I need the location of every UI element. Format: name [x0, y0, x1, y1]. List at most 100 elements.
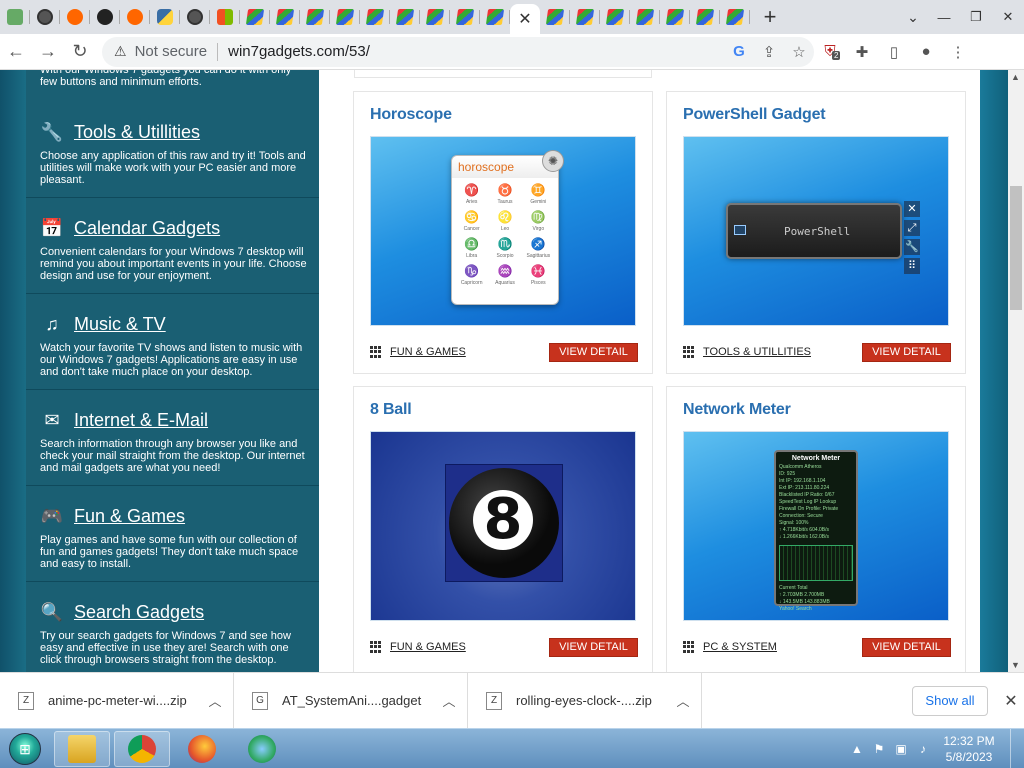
page-scrollbar[interactable]: ▲ ▼ [1008, 70, 1024, 672]
magnifier-icon: 🔍 [40, 601, 64, 622]
tab-25[interactable] [720, 0, 750, 34]
tab-22[interactable] [630, 0, 660, 34]
tab-7[interactable] [180, 0, 210, 34]
sidebar-item-calendar[interactable]: 📅 Calendar Gadgets Convenient calendars … [26, 206, 319, 294]
gadget-title[interactable]: 8 Ball [370, 401, 412, 419]
side-panel-icon[interactable]: ▯ [878, 43, 910, 61]
tab-9[interactable] [240, 0, 270, 34]
close-download-bar-icon[interactable]: ✕ [998, 691, 1024, 711]
menu-kebab-icon[interactable]: ⋮ [942, 43, 974, 61]
google-icon[interactable]: G [724, 43, 754, 60]
download-filename[interactable]: anime-pc-meter-wi....zip [48, 693, 197, 708]
tab-4[interactable] [90, 0, 120, 34]
gadget-screenshot[interactable]: PowerShell ✕ ⤢ 🔧 ⠿ [683, 136, 949, 326]
address-bar[interactable]: ⚠ Not secure win7gadgets.com/53/ G ⇪ ☆ [102, 36, 814, 67]
extensions-puzzle-icon[interactable]: ✚ [846, 43, 878, 61]
tab-23[interactable] [660, 0, 690, 34]
warning-icon[interactable]: ⚠ [114, 43, 127, 60]
sidebar-item-title[interactable]: Internet & E-Mail [74, 410, 208, 431]
url-text[interactable]: win7gadgets.com/53/ [228, 43, 724, 60]
scroll-up-arrow-icon[interactable]: ▲ [1011, 72, 1020, 82]
view-detail-button[interactable]: VIEW DETAIL [862, 637, 951, 657]
tab-3[interactable] [60, 0, 90, 34]
new-tab-button[interactable]: + [750, 0, 790, 34]
taskbar-gadgets[interactable] [234, 731, 290, 767]
restore-button[interactable]: ❐ [960, 7, 992, 27]
tab-11[interactable] [300, 0, 330, 34]
download-item[interactable]: Z anime-pc-meter-wi....zip ︿ [0, 672, 234, 729]
taskbar-chrome[interactable] [114, 730, 170, 767]
download-item[interactable]: Z rolling-eyes-clock-....zip ︿ [468, 672, 702, 729]
gadget-title[interactable]: Horoscope [370, 106, 452, 124]
download-item[interactable]: G AT_SystemAni....gadget ︿ [234, 672, 468, 729]
show-all-button[interactable]: Show all [912, 685, 988, 716]
download-filename[interactable]: AT_SystemAni....gadget [282, 693, 431, 708]
sidebar-item-title[interactable]: Calendar Gadgets [74, 218, 220, 239]
gadget-screenshot[interactable]: Network Meter Qualcomm Atheros ID: 925 Int… [683, 431, 949, 621]
sidebar-item-music[interactable]: ♫ Music & TV Watch your favorite TV show… [26, 302, 319, 390]
profile-avatar-icon[interactable]: ● [910, 43, 942, 60]
tab-6[interactable] [150, 0, 180, 34]
sidebar-item-search[interactable]: 🔍 Search Gadgets Try our search gadgets … [26, 590, 319, 672]
tab-16[interactable] [450, 0, 480, 34]
back-button[interactable]: ← [0, 36, 32, 68]
taskbar-explorer[interactable] [54, 730, 110, 767]
view-detail-button[interactable]: VIEW DETAIL [549, 637, 638, 657]
category-link[interactable]: PC & SYSTEM [703, 641, 862, 653]
extension-shield-icon[interactable]: ⛨ 2 [814, 43, 846, 60]
sidebar-item-title[interactable]: Fun & Games [74, 506, 185, 527]
chevron-up-icon[interactable]: ︿ [431, 691, 467, 710]
view-detail-button[interactable]: VIEW DETAIL [549, 342, 638, 362]
minimize-button[interactable]: — [928, 7, 960, 27]
gadget-title[interactable]: Network Meter [683, 401, 791, 419]
share-icon[interactable]: ⇪ [754, 43, 784, 61]
sidebar-item-fun[interactable]: 🎮 Fun & Games Play games and have some f… [26, 494, 319, 582]
scrollbar-thumb[interactable] [1010, 186, 1022, 310]
sidebar-item-title[interactable]: Music & TV [74, 314, 166, 335]
sidebar-item-title[interactable]: Tools & Utillities [74, 122, 200, 143]
tray-expand-icon[interactable]: ▲ [846, 742, 868, 756]
tab-19[interactable] [540, 0, 570, 34]
network-icon[interactable]: ▣ [890, 742, 912, 756]
sidebar-item-internet[interactable]: ✉ Internet & E-Mail Search information t… [26, 398, 319, 486]
tab-1[interactable] [0, 0, 30, 34]
start-button[interactable]: ⊞ [0, 729, 50, 768]
tab-14[interactable] [390, 0, 420, 34]
scroll-down-arrow-icon[interactable]: ▼ [1011, 660, 1020, 670]
tab-2[interactable] [30, 0, 60, 34]
category-link[interactable]: FUN & GAMES [390, 346, 549, 358]
close-window-button[interactable]: ✕ [992, 7, 1024, 27]
clock[interactable]: 12:32 PM 5/8/2023 [934, 733, 1004, 765]
tab-8[interactable] [210, 0, 240, 34]
chevron-up-icon[interactable]: ︿ [665, 691, 701, 710]
action-center-flag-icon[interactable]: ⚑ [868, 742, 890, 756]
volume-icon[interactable]: ♪ [912, 742, 934, 756]
taskbar-firefox[interactable] [174, 731, 230, 767]
chevron-up-icon[interactable]: ︿ [197, 691, 233, 710]
tab-13[interactable] [360, 0, 390, 34]
security-label[interactable]: Not secure [135, 43, 208, 60]
tab-10[interactable] [270, 0, 300, 34]
tab-20[interactable] [570, 0, 600, 34]
gadget-title[interactable]: PowerShell Gadget [683, 106, 826, 124]
sidebar-item-title[interactable]: Search Gadgets [74, 602, 204, 623]
tab-15[interactable] [420, 0, 450, 34]
download-filename[interactable]: rolling-eyes-clock-....zip [516, 693, 665, 708]
reload-button[interactable]: ↻ [64, 36, 96, 68]
active-tab-close-icon[interactable]: ✕ [510, 4, 540, 34]
tab-5[interactable] [120, 0, 150, 34]
tab-17[interactable] [480, 0, 510, 34]
tab-24[interactable] [690, 0, 720, 34]
tab-12[interactable] [330, 0, 360, 34]
show-desktop-button[interactable] [1010, 728, 1024, 768]
bookmark-star-icon[interactable]: ☆ [784, 43, 814, 61]
forward-button[interactable]: → [32, 36, 64, 68]
tab-21[interactable] [600, 0, 630, 34]
view-detail-button[interactable]: VIEW DETAIL [862, 342, 951, 362]
sidebar-item-tools[interactable]: 🔧 Tools & Utillities Choose any applicat… [26, 110, 319, 198]
category-link[interactable]: FUN & GAMES [390, 641, 549, 653]
category-link[interactable]: TOOLS & UTILLITIES [703, 346, 862, 358]
tab-search-chevron-icon[interactable]: ⌄ [898, 9, 928, 26]
gadget-screenshot[interactable]: horoscope ✺ ♈ Aries ♉ Taurus ♊ Gemini ♋ Cancer ♌… [370, 136, 636, 326]
gadget-screenshot[interactable]: 8 [370, 431, 636, 621]
